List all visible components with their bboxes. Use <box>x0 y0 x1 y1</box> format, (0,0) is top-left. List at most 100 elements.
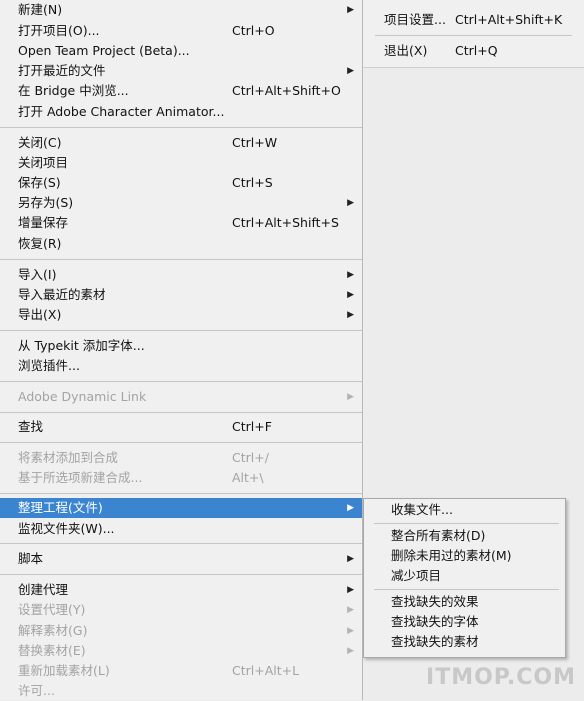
menu-separator <box>0 442 362 443</box>
menu-item-close[interactable]: 关闭(C) Ctrl+W <box>0 133 362 153</box>
submenu-arrow-icon: ▶ <box>347 585 354 595</box>
menu-item-shortcut: Ctrl+S <box>232 175 273 190</box>
menu-item-shortcut: Ctrl+Alt+Shift+S <box>232 215 339 230</box>
menu-separator <box>0 330 362 331</box>
menu-item-find[interactable]: 查找 Ctrl+F <box>0 417 362 437</box>
menu-item-shortcut: Ctrl+F <box>232 419 272 434</box>
menu-item-label: 查找缺失的素材 <box>391 634 479 649</box>
menu-item-consolidate-all-footage[interactable]: 整合所有素材(D) <box>364 526 565 546</box>
menu-item-label: 打开最近的文件 <box>18 63 106 78</box>
menu-item-label: 整合所有素材(D) <box>391 528 486 543</box>
menu-item-label: 项目设置... <box>384 12 446 27</box>
menu-item-label: Adobe Dynamic Link <box>18 389 147 404</box>
menu-item-label: 许可... <box>18 683 55 698</box>
menu-item-scripts[interactable]: 脚本 ▶ <box>0 549 362 569</box>
submenu-arrow-icon: ▶ <box>347 626 354 636</box>
menu-item-label: 浏览插件... <box>18 358 80 373</box>
menu-item-shortcut: Ctrl+Alt+Shift+K <box>455 12 563 27</box>
menu-item-find-missing-effects[interactable]: 查找缺失的效果 <box>364 592 565 612</box>
menu-separator <box>0 412 362 413</box>
menu-item-new[interactable]: 新建(N) ▶ <box>0 0 362 20</box>
submenu-arrow-icon: ▶ <box>347 270 354 280</box>
menu-item-set-proxy: 设置代理(Y) ▶ <box>0 600 362 620</box>
menu-separator <box>0 381 362 382</box>
menu-item-remove-unused-footage[interactable]: 删除未用过的素材(M) <box>364 546 565 566</box>
menu-item-label: 查找 <box>18 419 44 434</box>
menu-item-shortcut: Ctrl+Alt+Shift+O <box>232 83 341 98</box>
menu-item-watch-folder[interactable]: 监视文件夹(W)... <box>0 519 362 539</box>
project-menu: 项目设置... Ctrl+Alt+Shift+K 退出(X) Ctrl+Q <box>363 0 584 68</box>
menu-item-export[interactable]: 导出(X) ▶ <box>0 305 362 325</box>
menu-item-open-recent[interactable]: 打开最近的文件 ▶ <box>0 61 362 81</box>
menu-item-label: 设置代理(Y) <box>18 602 86 617</box>
menu-item-import[interactable]: 导入(I) ▶ <box>0 265 362 285</box>
submenu-arrow-icon: ▶ <box>347 66 354 76</box>
menu-item-label: 保存(S) <box>18 175 61 190</box>
menu-item-save-as[interactable]: 另存为(S) ▶ <box>0 193 362 213</box>
menu-item-label: 退出(X) <box>384 43 428 58</box>
menu-item-open-team-project[interactable]: Open Team Project (Beta)... <box>0 41 362 61</box>
menu-item-label: 查找缺失的字体 <box>391 614 479 629</box>
menu-separator <box>375 35 572 36</box>
menu-item-label: 替换素材(E) <box>18 643 86 658</box>
menu-item-open-project[interactable]: 打开项目(O)... Ctrl+O <box>0 21 362 41</box>
menu-item-find-missing-footage[interactable]: 查找缺失的素材 <box>364 632 565 652</box>
menu-item-find-missing-fonts[interactable]: 查找缺失的字体 <box>364 612 565 632</box>
menu-item-exit[interactable]: 退出(X) Ctrl+Q <box>363 41 584 61</box>
menu-item-label: 新建(N) <box>18 2 63 17</box>
menu-item-open-character-animator[interactable]: 打开 Adobe Character Animator... <box>0 102 362 122</box>
menu-item-shortcut: Alt+\ <box>232 470 264 485</box>
menu-item-import-recent[interactable]: 导入最近的素材 ▶ <box>0 285 362 305</box>
menu-item-label: 打开 Adobe Character Animator... <box>18 104 225 119</box>
menu-item-save[interactable]: 保存(S) Ctrl+S <box>0 173 362 193</box>
menu-item-label: 另存为(S) <box>18 195 74 210</box>
menu-item-label: 导入(I) <box>18 267 57 282</box>
menu-item-label: Open Team Project (Beta)... <box>18 43 190 58</box>
menu-item-close-project[interactable]: 关闭项目 <box>0 153 362 173</box>
menu-item-dependencies[interactable]: 整理工程(文件) ▶ <box>0 498 362 518</box>
menu-separator <box>0 259 362 260</box>
menu-separator <box>0 543 362 544</box>
menu-item-label: 减少项目 <box>391 568 442 583</box>
menu-item-label: 监视文件夹(W)... <box>18 521 115 536</box>
menu-item-label: 导入最近的素材 <box>18 287 106 302</box>
submenu-arrow-icon: ▶ <box>347 5 354 15</box>
menu-separator <box>0 493 362 494</box>
menu-item-label: 从 Typekit 添加字体... <box>18 338 145 353</box>
menu-item-label: 恢复(R) <box>18 236 62 251</box>
submenu-arrow-icon: ▶ <box>347 198 354 208</box>
menu-item-label: 关闭项目 <box>18 155 69 170</box>
menu-item-reload-footage: 重新加载素材(L) Ctrl+Alt+L <box>0 661 362 681</box>
menu-item-license: 许可... <box>0 681 362 701</box>
menu-item-label: 打开项目(O)... <box>18 23 100 38</box>
menu-item-label: 增量保存 <box>18 215 69 230</box>
menu-item-label: 导出(X) <box>18 307 62 322</box>
menu-item-label: 收集文件... <box>391 502 453 517</box>
menu-item-dynamic-link: Adobe Dynamic Link ▶ <box>0 387 362 407</box>
submenu-arrow-icon: ▶ <box>347 503 354 513</box>
menu-item-shortcut: Ctrl+W <box>232 135 278 150</box>
menu-separator <box>374 523 559 524</box>
menu-item-label: 关闭(C) <box>18 135 62 150</box>
menu-item-collect-files[interactable]: 收集文件... <box>364 500 565 520</box>
menu-item-increment-save[interactable]: 增量保存 Ctrl+Alt+Shift+S <box>0 213 362 233</box>
dependencies-submenu: 收集文件... 整合所有素材(D) 删除未用过的素材(M) 减少项目 查找缺失的… <box>363 498 566 658</box>
submenu-arrow-icon: ▶ <box>347 392 354 402</box>
menu-item-add-typekit-fonts[interactable]: 从 Typekit 添加字体... <box>0 336 362 356</box>
menu-item-label: 基于所选项新建合成... <box>18 470 143 485</box>
menu-item-create-proxy[interactable]: 创建代理 ▶ <box>0 580 362 600</box>
menu-item-label: 创建代理 <box>18 582 69 597</box>
menu-item-label: 将素材添加到合成 <box>18 450 119 465</box>
menu-item-revert[interactable]: 恢复(R) <box>0 234 362 254</box>
menu-item-shortcut: Ctrl+Q <box>455 43 498 58</box>
menu-item-reduce-project[interactable]: 减少项目 <box>364 566 565 586</box>
menu-item-browse-in-bridge[interactable]: 在 Bridge 中浏览... Ctrl+Alt+Shift+O <box>0 81 362 101</box>
submenu-arrow-icon: ▶ <box>347 605 354 615</box>
menu-item-interpret-footage: 解释素材(G) ▶ <box>0 621 362 641</box>
menu-item-browse-plugins[interactable]: 浏览插件... <box>0 356 362 376</box>
menu-separator <box>0 127 362 128</box>
menu-item-new-comp-from-selection: 基于所选项新建合成... Alt+\ <box>0 468 362 488</box>
menu-item-project-settings[interactable]: 项目设置... Ctrl+Alt+Shift+K <box>363 10 584 30</box>
submenu-arrow-icon: ▶ <box>347 646 354 656</box>
menu-item-label: 查找缺失的效果 <box>391 594 479 609</box>
